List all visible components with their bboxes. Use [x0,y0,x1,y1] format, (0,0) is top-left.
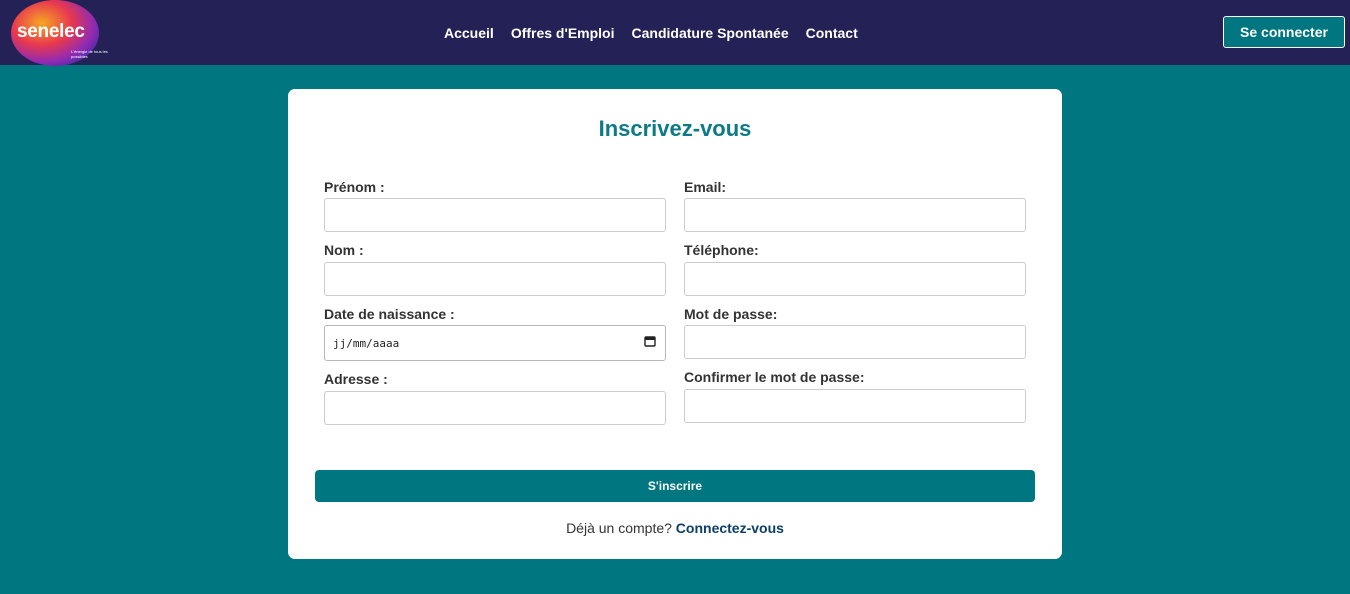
birthdate-placeholder: jj/mm/aaaa [333,336,400,350]
senelec-logo[interactable]: senelec L'énergie de tous les possibles [10,0,108,66]
submit-button[interactable]: S'inscrire [315,470,1035,502]
navbar: senelec L'énergie de tous les possibles … [0,0,1350,66]
signin-prompt-row: Déjà un compte? Connectez-vous [288,520,1062,536]
nav-link-accueil[interactable]: Accueil [444,24,494,42]
birthdate-input[interactable]: jj/mm/aaaa [324,325,666,361]
signin-prompt-text: Déjà un compte? [566,520,672,536]
brand-tagline: L'énergie de tous les possibles [71,49,108,59]
address-input[interactable] [324,391,666,425]
nav-link-contact[interactable]: Contact [806,24,858,42]
password-input[interactable] [684,325,1026,359]
registration-card: Inscrivez-vous Prénom : Nom : Date de na… [288,89,1062,559]
last-name-input[interactable] [324,262,666,296]
nav-link-candidature-spontanee[interactable]: Candidature Spontanée [632,24,789,42]
first-name-label: Prénom : [324,179,385,195]
signin-link[interactable]: Connectez-vous [676,520,784,536]
birthdate-label: Date de naissance : [324,306,455,322]
main-nav: Accueil Offres d'Emploi Candidature Spon… [444,24,875,42]
last-name-label: Nom : [324,242,364,258]
nav-link-offres-emploi[interactable]: Offres d'Emploi [511,24,615,42]
email-label: Email: [684,179,727,195]
confirm-password-label: Confirmer le mot de passe: [684,369,865,385]
login-button[interactable]: Se connecter [1223,16,1345,48]
brand-name: senelec [17,21,85,42]
password-label: Mot de passe: [684,306,778,322]
phone-label: Téléphone: [684,242,759,258]
confirm-password-input[interactable] [684,389,1026,423]
email-input[interactable] [684,198,1026,232]
phone-input[interactable] [684,262,1026,296]
form-title: Inscrivez-vous [598,116,752,141]
calendar-icon[interactable] [644,335,656,351]
address-label: Adresse : [324,371,388,387]
first-name-input[interactable] [324,198,666,232]
